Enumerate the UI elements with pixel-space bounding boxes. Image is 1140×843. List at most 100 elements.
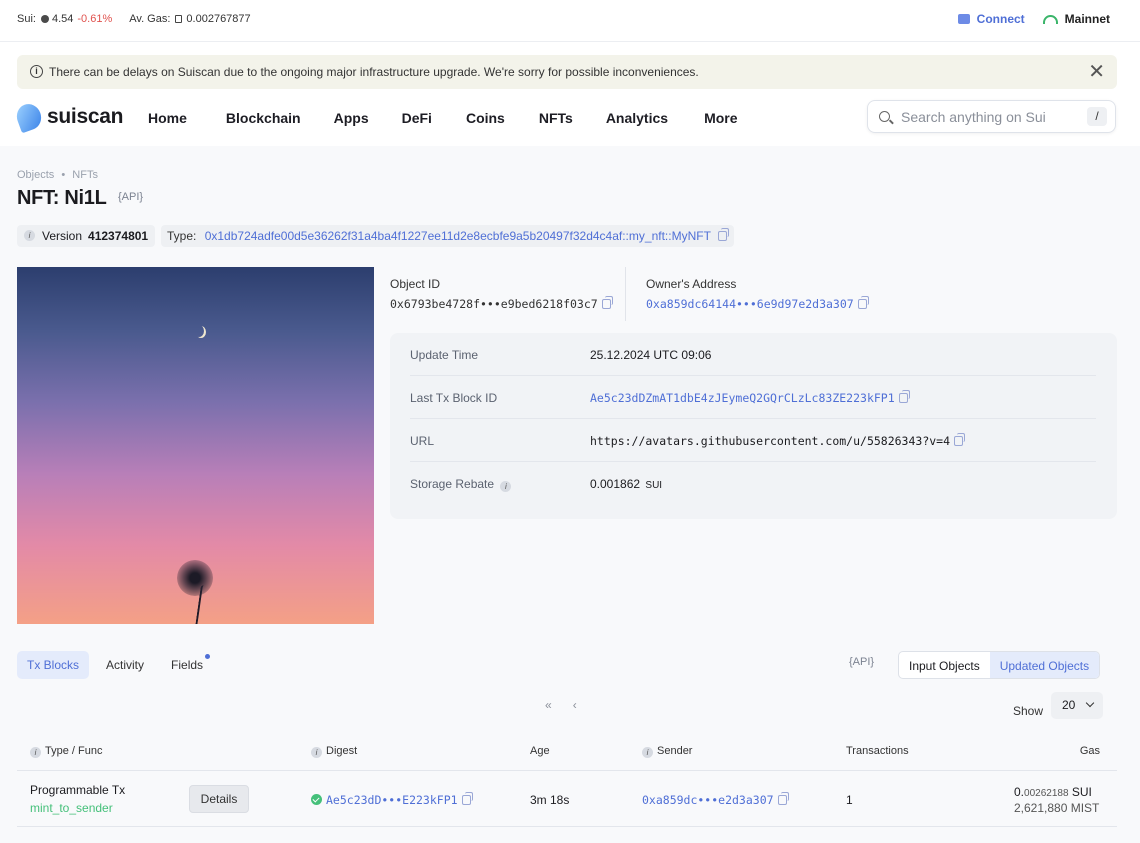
sui-price: 4.54 xyxy=(51,13,74,25)
nav-item-nfts[interactable]: NFTs xyxy=(539,110,573,126)
search-input[interactable] xyxy=(901,106,1081,128)
suiscan-logo[interactable]: suiscan xyxy=(13,100,124,134)
prev-page-icon[interactable]: ‹ xyxy=(573,698,577,712)
header-transactions: Transactions xyxy=(846,745,909,757)
gas-unit: SUI xyxy=(1071,785,1092,799)
copy-icon[interactable] xyxy=(857,296,869,309)
type-label: Type: xyxy=(167,229,197,243)
details-button[interactable]: Details xyxy=(189,785,249,813)
tx-type: Programmable Tx xyxy=(30,783,126,797)
owner-address-link[interactable]: 0xa859dc64144•••6e9d97e2d3a307 xyxy=(646,297,854,311)
header-digest: Digest xyxy=(326,745,358,757)
version-label: Version xyxy=(42,229,83,243)
nav-item-defi[interactable]: DeFi xyxy=(402,110,432,126)
search-icon xyxy=(879,111,890,122)
tab-bar: Tx Blocks Activity Fields xyxy=(17,651,220,679)
gas-cell: 0.00262188 SUI 2,621,880 MIST xyxy=(1014,785,1099,815)
pagination: « ‹ xyxy=(545,698,598,712)
info-icon[interactable]: i xyxy=(311,746,322,758)
notification-dot xyxy=(205,654,211,659)
page-size-select[interactable]: 20 xyxy=(1051,692,1103,719)
tab-tx-blocks[interactable]: Tx Blocks xyxy=(17,651,90,679)
breadcrumb-objects[interactable]: Objects xyxy=(17,169,54,181)
storage-rebate-value: 0.001862 xyxy=(590,477,641,491)
dandelion-head xyxy=(177,560,213,596)
tx-func[interactable]: mint_to_sender xyxy=(30,801,125,815)
header-gas: Gas xyxy=(1079,745,1100,757)
details-card: Update Time 25.12.2024 UTC 09:06 Last Tx… xyxy=(390,333,1117,519)
copy-icon[interactable] xyxy=(461,792,473,805)
moon-shape xyxy=(194,325,204,337)
nav-item-apps[interactable]: Apps xyxy=(334,110,369,126)
gas-pump-icon xyxy=(175,15,183,23)
nav-item-home[interactable]: Home xyxy=(148,110,187,126)
nav-item-analytics[interactable]: Analytics xyxy=(606,110,668,126)
first-page-icon[interactable]: « xyxy=(545,698,552,712)
detail-row-last-tx: Last Tx Block ID Ae5c23dDZmAT1dbE4zJEyme… xyxy=(410,376,1096,419)
header-type-func: Type / Func xyxy=(45,745,103,757)
api-link[interactable]: {API} xyxy=(849,656,874,668)
network-selector[interactable]: Mainnet xyxy=(1042,12,1110,26)
digest-link[interactable]: Ae5c23dD•••E223kFP1 xyxy=(326,793,458,807)
sui-label: Sui: xyxy=(17,13,36,25)
tx-age: 3m 18s xyxy=(530,793,570,807)
show-label: Show xyxy=(1013,704,1044,718)
api-link[interactable]: {API} xyxy=(118,191,143,203)
owner-block: Owner's Address 0xa859dc64144•••6e9d97e2… xyxy=(646,277,869,311)
detail-row-update-time: Update Time 25.12.2024 UTC 09:06 xyxy=(410,333,1096,376)
network-label: Mainnet xyxy=(1064,12,1110,26)
tx-table: i Type / Func i Digest Age i Sender Transac… xyxy=(17,736,1117,827)
breadcrumb-separator: • xyxy=(61,169,66,181)
breadcrumb-nfts[interactable]: NFTs xyxy=(72,169,98,181)
detail-key: URL xyxy=(410,434,435,448)
search-box: / xyxy=(867,100,1116,133)
gas-mist: 2,621,880 MIST xyxy=(1014,801,1100,815)
header-sender: Sender xyxy=(657,745,693,757)
copy-icon[interactable] xyxy=(718,228,730,241)
owner-label: Owner's Address xyxy=(646,277,737,291)
storage-rebate-unit: SUI xyxy=(645,480,663,491)
nft-image xyxy=(17,267,374,624)
url-value[interactable]: https://avatars.githubusercontent.com/u/… xyxy=(590,434,950,448)
detail-value: 25.12.2024 UTC 09:06 xyxy=(590,348,712,362)
sender-link[interactable]: 0xa859dc•••e2d3a307 xyxy=(642,793,774,807)
wallet-icon xyxy=(957,14,970,24)
nav-item-more[interactable]: More xyxy=(704,110,737,126)
top-status-bar: Sui: 4.54 -0.61% Av. Gas: 0.002767877 Co… xyxy=(0,0,1140,42)
nav-item-blockchain[interactable]: Blockchain xyxy=(226,110,301,126)
page-title: NFT: Ni1L xyxy=(17,187,107,209)
connect-label: Connect xyxy=(976,12,1025,26)
object-id-label: Object ID xyxy=(390,277,441,291)
close-icon[interactable]: ✕ xyxy=(1088,62,1105,82)
copy-icon[interactable] xyxy=(601,296,613,309)
detail-row-storage-rebate: Storage Rebate i 0.001862 SUI xyxy=(410,462,1096,505)
copy-icon[interactable] xyxy=(898,390,910,403)
tab-activity[interactable]: Activity xyxy=(96,651,154,679)
info-icon[interactable]: i xyxy=(30,746,41,758)
tab-fields-label: Fields xyxy=(171,658,204,672)
detail-key: Last Tx Block ID xyxy=(410,391,498,405)
tab-fields[interactable]: Fields xyxy=(161,651,213,679)
detail-key: Storage Rebate xyxy=(410,477,495,491)
last-tx-block-link[interactable]: Ae5c23dDZmAT1dbE4zJEymeQ2GQrCLzLc83ZE223… xyxy=(590,391,895,405)
chevron-down-icon xyxy=(1085,698,1095,708)
info-icon: i xyxy=(30,65,43,78)
main-content: Objects • NFTs NFT: Ni1L {API} i Version… xyxy=(0,146,1140,843)
version-value: 412374801 xyxy=(88,229,149,243)
info-icon[interactable]: i xyxy=(500,481,512,492)
nav-item-coins[interactable]: Coins xyxy=(466,110,505,126)
copy-icon[interactable] xyxy=(954,433,966,446)
input-objects-button[interactable]: Input Objects xyxy=(899,652,990,678)
updated-objects-button[interactable]: Updated Objects xyxy=(989,652,1100,678)
breadcrumb: Objects • NFTs xyxy=(17,169,98,181)
logo-text: suiscan xyxy=(47,105,124,128)
info-icon[interactable]: i xyxy=(642,746,653,758)
gas-int: 0. xyxy=(1014,785,1025,799)
gas-value: 0.002767877 xyxy=(186,13,251,25)
type-chip: Type: 0x1db724adfe00d5e36262f31a4ba4f122… xyxy=(161,225,735,247)
sui-price-change: -0.61% xyxy=(77,13,113,25)
type-value-link[interactable]: 0x1db724adfe00d5e36262f31a4ba4f1227ee11d… xyxy=(205,229,711,243)
copy-icon[interactable] xyxy=(777,792,789,805)
connect-wallet-button[interactable]: Connect xyxy=(957,12,1025,26)
banner-message: There can be delays on Suiscan due to th… xyxy=(49,65,699,79)
